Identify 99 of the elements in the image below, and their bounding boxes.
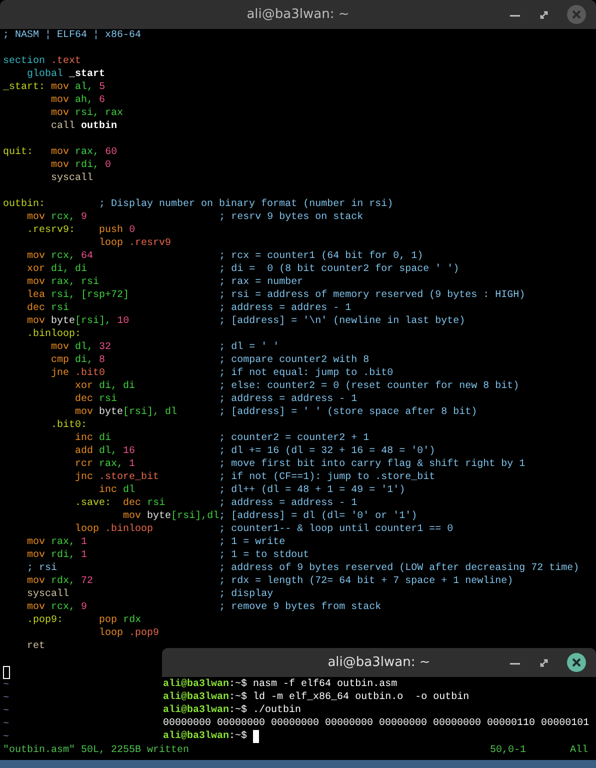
status-message: "outbin.asm" 50L, 2255B written — [3, 744, 190, 757]
code-label: _start: — [3, 81, 46, 94]
code-comment: ; 1 = write — [219, 536, 286, 549]
code-text: mov rdx, 72 — [27, 575, 94, 588]
code-comment: ; dl += 16 (dl = 32 + 16 = 48 = '0') — [219, 445, 436, 458]
code-comment: ; rdx = length (72= 64 bit + 7 space + 1 newline) — [219, 575, 514, 588]
cursor-position: 50,0-1 — [490, 744, 528, 757]
code-text: push 0 — [99, 224, 136, 237]
code-text: syscall — [27, 588, 70, 601]
code-comment: ; rax = number — [219, 276, 304, 289]
code-comment: ; di = 0 (8 bit counter2 for space ' ') — [219, 263, 460, 276]
code-text: mov rcx, 9 — [27, 211, 88, 224]
code-comment: ; move first bit into carry flag & shift right by 1 — [219, 458, 526, 471]
code-text: loop .binloop — [75, 523, 154, 536]
code-comment: ; address = address - 1 — [219, 393, 358, 406]
restore-icon[interactable] — [538, 656, 550, 668]
window-title: ali@ba3lwan: ~ — [246, 6, 350, 24]
empty-line-marker: ~ — [3, 706, 10, 717]
code-comment: ; if not equal: jump to .bit0 — [219, 367, 394, 380]
code-text: mov byte[rsi],dl — [123, 510, 220, 523]
code-text: mov rsi, rax — [51, 107, 124, 120]
code-text: syscall — [51, 172, 94, 185]
shell-prompt: ali@ba3lwan:~$ — [163, 678, 248, 691]
empty-line-marker: ~ — [3, 680, 10, 691]
code-text: pop rdx — [99, 614, 142, 627]
code-label: .resrv9: — [27, 224, 76, 237]
code-comment: ; [address] = dl (dl= '0' or '1') — [219, 510, 418, 523]
empty-line-marker: ~ — [3, 693, 10, 704]
code-comment: ; Display number on binary format (number in rsi) — [99, 198, 394, 211]
code-text: loop .resrv9 — [99, 237, 172, 250]
close-icon[interactable] — [567, 653, 586, 672]
code-comment: ; NASM ¦ ELF64 ¦ x86-64 — [3, 29, 142, 42]
scroll-position: All — [570, 744, 590, 757]
code-comment: ; if not (CF==1): jump to .store_bit — [219, 471, 436, 484]
code-text: mov byte[rsi], 10 — [27, 315, 130, 328]
code-text: ret — [27, 640, 46, 653]
code-text: call outbin — [51, 120, 118, 133]
code-comment: ; dl = ' ' — [219, 341, 280, 354]
code-comment: ; else: counter2 = 0 (reset counter for new 8 bit) — [219, 380, 520, 393]
code-label: .bit0: — [51, 419, 88, 432]
code-text: dec rsi — [123, 497, 166, 510]
code-comment: ; remove 9 bytes from stack — [219, 601, 382, 614]
program-output: 00000000 00000000 00000000 00000000 00000000 00000000 00000110 00000101 — [163, 718, 590, 729]
code-text: cmp di, 8 — [51, 354, 106, 367]
code-comment: ; counter2 = counter2 + 1 — [219, 432, 370, 445]
code-comment: ; rsi — [27, 562, 58, 575]
code-text: mov al, 5 — [51, 81, 106, 94]
code-text: inc di — [75, 432, 112, 445]
code-text: lea rsi, [rsp+72] — [27, 289, 130, 302]
code-text: add dl, 16 — [75, 445, 136, 458]
shell-prompt: ali@ba3lwan:~$ — [163, 730, 248, 743]
code-text: global _start — [27, 68, 106, 81]
code-text: mov ah, 6 — [51, 94, 106, 107]
code-text: mov rcx, 9 — [27, 601, 88, 614]
code-text: mov rax, rsi — [27, 276, 100, 289]
code-label: .binloop: — [27, 328, 82, 341]
window-title: ali@ba3lwan: ~ — [328, 654, 430, 672]
code-comment: ; counter1-- & loop until counter1 == 0 — [219, 523, 454, 536]
code-comment: ; rsi = address of memory reserved (9 bytes : HIGH) — [219, 289, 526, 302]
code-text: jne .bit0 — [51, 367, 106, 380]
command-text: ld -m elf_x86_64 outbin.o -o outbin — [253, 691, 470, 704]
code-text: mov rcx, 64 — [27, 250, 94, 263]
code-label: .save: — [75, 497, 112, 510]
code-text: mov rdi, 1 — [27, 549, 88, 562]
code-text: dec rsi — [75, 393, 118, 406]
shell-prompt: ali@ba3lwan:~$ — [163, 704, 248, 717]
code-text: mov rdi, 0 — [51, 159, 112, 172]
code-comment: ; address of 9 bytes reserved (LOW after decreasing 72 time) — [219, 562, 580, 575]
code-comment: ; 1 = to stdout — [219, 549, 310, 562]
code-comment: ; address = address - 1 — [219, 497, 358, 510]
code-text: mov dl, 32 — [51, 341, 112, 354]
code-comment: ; compare counter2 with 8 — [219, 354, 370, 367]
code-comment: ; rcx = counter1 (64 bit for 0, 1) — [219, 250, 424, 263]
code-label: quit: — [3, 146, 34, 159]
code-text: jnc .store_bit — [75, 471, 160, 484]
code-text: mov byte[rsi], dl — [75, 406, 178, 419]
code-text: dec rsi — [27, 302, 70, 315]
code-comment: ; [address] = '\n' (newline in last byte) — [219, 315, 466, 328]
code-text: mov rax, 60 — [51, 146, 118, 159]
shell-prompt: ali@ba3lwan:~$ — [163, 691, 248, 704]
code-comment: ; display — [219, 588, 274, 601]
command-text: nasm -f elf64 outbin.asm — [253, 678, 398, 691]
empty-line-marker: ~ — [3, 719, 10, 730]
restore-icon[interactable] — [538, 8, 550, 20]
code-text: xor di, di — [27, 263, 88, 276]
code-text: loop .pop9 — [99, 627, 160, 640]
code-text: section .text — [3, 55, 82, 68]
code-comment: ; dl++ (dl = 48 + 1 = 49 = '1') — [219, 484, 406, 497]
empty-line-marker: ~ — [3, 732, 10, 743]
code-text: xor di, di — [75, 380, 136, 393]
command-text: ./outbin — [253, 704, 302, 717]
code-comment: ; [address] = ' ' (store space after 8 bit) — [219, 406, 478, 419]
code-comment: ; resrv 9 bytes on stack — [219, 211, 364, 224]
code-text: inc dl — [99, 484, 136, 497]
code-label: .pop9: — [27, 614, 64, 627]
code-label: outbin: — [3, 198, 46, 211]
code-comment: ; address = addres - 1 — [219, 302, 352, 315]
code-text: rcr rax, 1 — [75, 458, 136, 471]
code-text: mov rax, 1 — [27, 536, 88, 549]
